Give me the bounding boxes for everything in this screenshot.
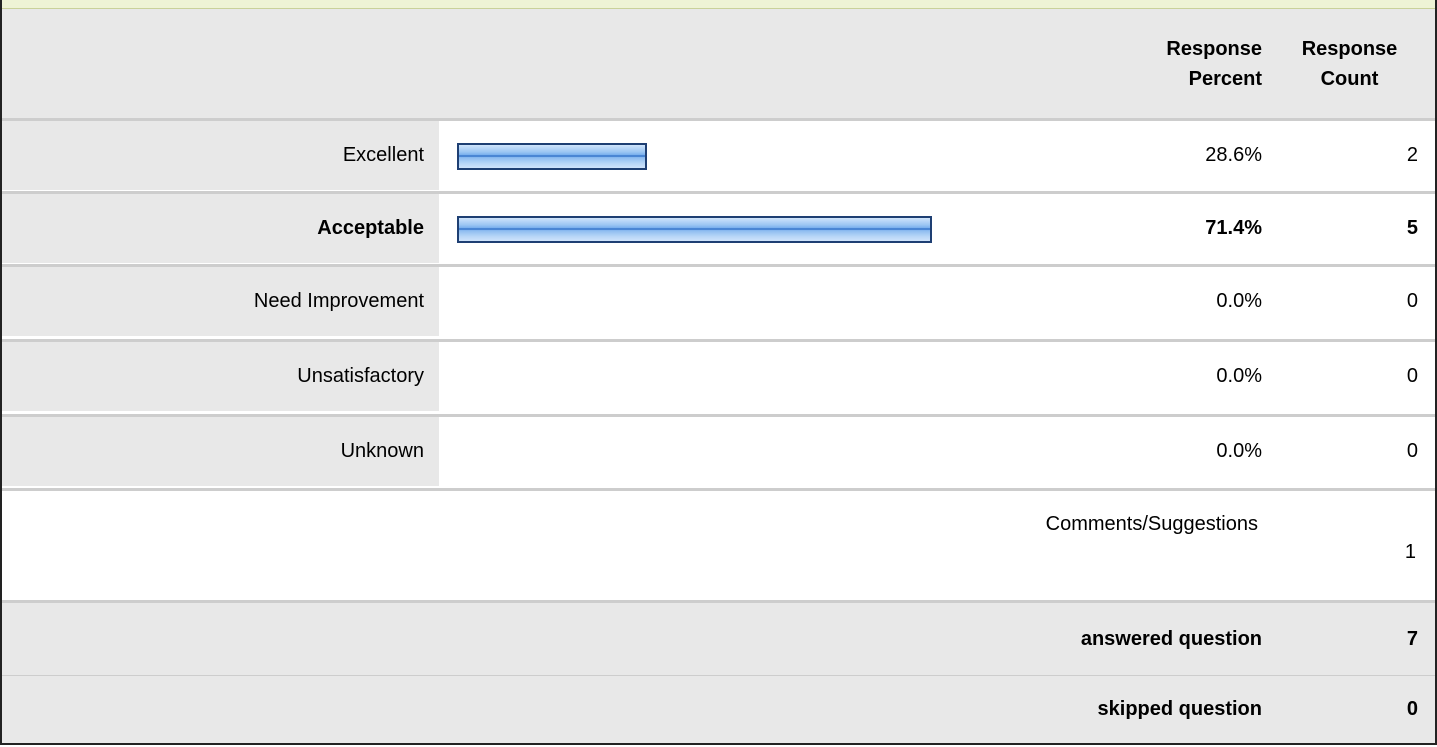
response-count: 2	[1406, 144, 1418, 166]
response-percent: 0.0%	[1216, 290, 1262, 312]
response-bar	[457, 143, 647, 170]
table-row: Need Improvement 0.0% 0	[2, 264, 1435, 336]
response-count: 0	[1406, 290, 1418, 312]
answer-label: Acceptable	[2, 194, 439, 263]
response-percent: 0.0%	[1216, 440, 1262, 462]
response-count-header: Response Count	[1282, 9, 1417, 118]
table-row: Acceptable 71.4% 5	[2, 191, 1435, 263]
answer-label: Excellent	[2, 121, 439, 190]
response-count: 0	[1406, 440, 1418, 462]
answered-question-label: answered question	[1080, 627, 1262, 650]
comments-link[interactable]: Comments/Suggestions	[1046, 513, 1258, 536]
response-percent: 28.6%	[1205, 144, 1262, 166]
response-count: 0	[1406, 365, 1418, 387]
response-percent: 0.0%	[1216, 365, 1262, 387]
answered-question-count: 7	[1406, 627, 1418, 650]
answer-label: Need Improvement	[2, 267, 439, 336]
skipped-row: skipped question 0	[2, 675, 1435, 743]
response-percent: 71.4%	[1205, 217, 1262, 239]
answered-row: answered question 7	[2, 600, 1435, 675]
skipped-question-count: 0	[1406, 698, 1418, 720]
table-row: Unknown 0.0% 0	[2, 414, 1435, 486]
top-band	[2, 0, 1435, 9]
header-count-line1: Response	[1301, 37, 1398, 60]
response-bar	[457, 216, 932, 243]
header-percent-line2: Percent	[1188, 67, 1262, 90]
comments-count: 1	[1404, 541, 1416, 563]
answer-label: Unsatisfactory	[2, 342, 439, 411]
table-row: Unsatisfactory 0.0% 0	[2, 339, 1435, 411]
header-percent-line1: Response	[1166, 37, 1262, 60]
skipped-question-label: skipped question	[1097, 698, 1262, 720]
comments-row: Comments/Suggestions 1	[2, 488, 1435, 600]
response-count: 5	[1406, 217, 1418, 239]
header-row: Response Percent Response Count	[2, 9, 1435, 118]
table-row: Excellent 28.6% 2	[2, 118, 1435, 190]
response-percent-header: Response Percent	[1102, 9, 1262, 118]
survey-results-table: Response Percent Response Count Excellen…	[0, 0, 1437, 745]
answer-label: Unknown	[2, 417, 439, 486]
header-count-line2: Count	[1320, 67, 1379, 90]
